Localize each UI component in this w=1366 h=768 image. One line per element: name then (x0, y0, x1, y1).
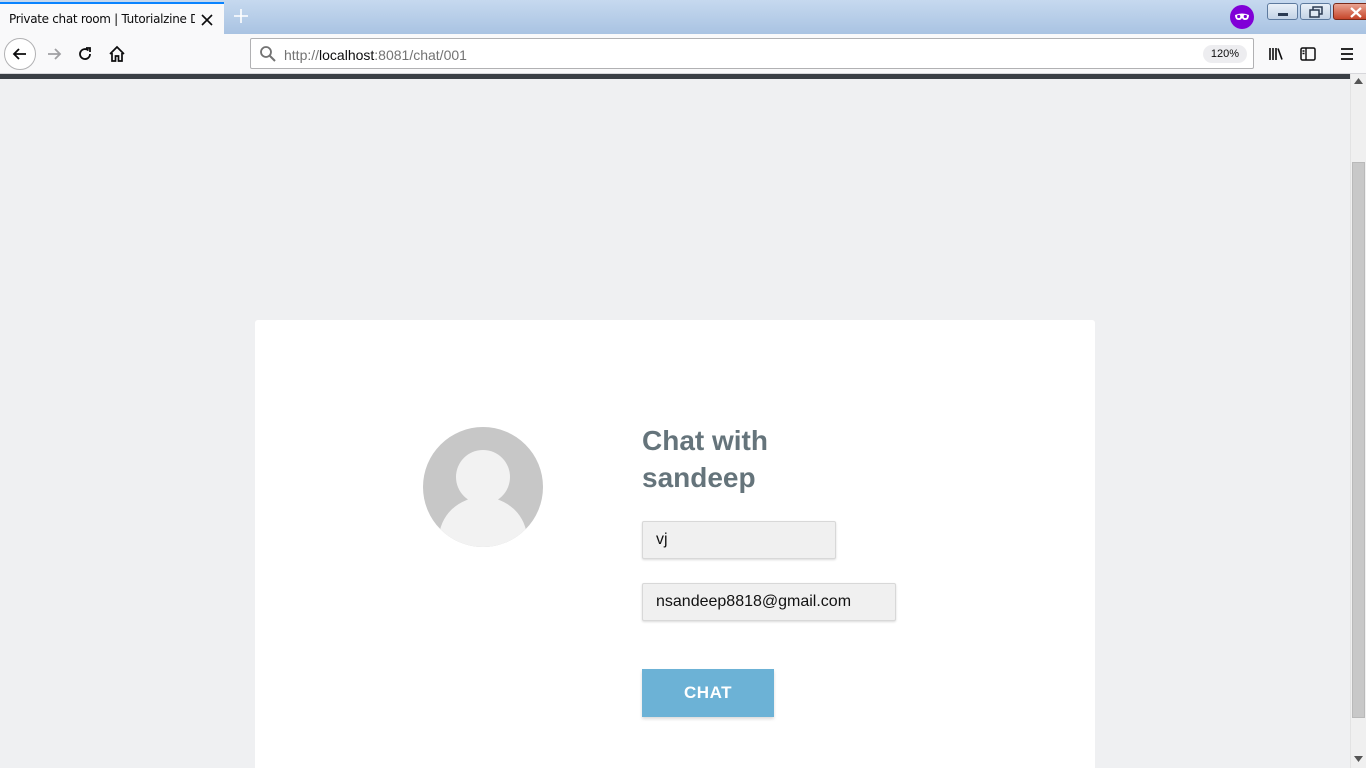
chat-button[interactable]: CHAT (642, 669, 774, 717)
browser-tab[interactable]: Private chat room | Tutorialzine Demo (0, 2, 224, 34)
heading-line-2: sandeep (642, 462, 756, 493)
sidebar-button[interactable] (1292, 38, 1324, 70)
forward-button[interactable] (38, 38, 70, 70)
back-button[interactable] (4, 38, 36, 70)
scroll-up-icon[interactable] (1354, 78, 1363, 84)
url-bar[interactable]: http://localhost:8081/chat/001 120% (250, 38, 1254, 69)
library-icon (1269, 48, 1283, 60)
sidebar-icon (1300, 47, 1316, 61)
scroll-thumb[interactable] (1352, 162, 1365, 718)
home-button[interactable] (101, 38, 133, 70)
new-tab-icon[interactable] (231, 6, 251, 26)
chat-heading: Chat with sandeep (642, 422, 842, 496)
reload-icon (79, 47, 91, 60)
browser-navbar: http://localhost:8081/chat/001 120% (0, 34, 1366, 74)
url-prefix: http:// (284, 47, 320, 63)
close-window-button[interactable] (1333, 3, 1366, 20)
restore-button[interactable] (1300, 3, 1331, 20)
heading-line-1: Chat with (642, 425, 768, 456)
back-arrow-icon (12, 48, 26, 60)
url-text: http://localhost:8081/chat/001 (284, 47, 467, 63)
scroll-down-icon[interactable] (1354, 756, 1363, 762)
email-input[interactable] (642, 583, 896, 621)
url-path: :8081/chat/001 (374, 47, 467, 63)
window-controls (1267, 3, 1366, 20)
minimize-button[interactable] (1267, 3, 1298, 20)
hamburger-menu-icon (1341, 48, 1353, 60)
tab-title: Private chat room | Tutorialzine Demo (9, 12, 195, 26)
chat-login-card: Chat with sandeep CHAT (255, 320, 1095, 768)
zoom-indicator[interactable]: 120% (1202, 45, 1247, 63)
private-browsing-icon (1230, 5, 1254, 29)
library-button[interactable] (1260, 38, 1292, 70)
vertical-scrollbar[interactable] (1350, 74, 1366, 768)
search-icon (260, 46, 276, 62)
name-input[interactable] (642, 521, 836, 559)
browser-titlebar: Private chat room | Tutorialzine Demo (0, 0, 1366, 34)
close-tab-icon[interactable] (199, 12, 215, 28)
forward-arrow-icon (48, 48, 62, 60)
url-host: localhost (319, 47, 375, 63)
menu-button[interactable] (1331, 38, 1363, 70)
avatar-icon (423, 427, 543, 547)
home-icon (109, 45, 125, 62)
page-content: Chat with sandeep CHAT (0, 79, 1350, 768)
reload-button[interactable] (69, 38, 101, 70)
